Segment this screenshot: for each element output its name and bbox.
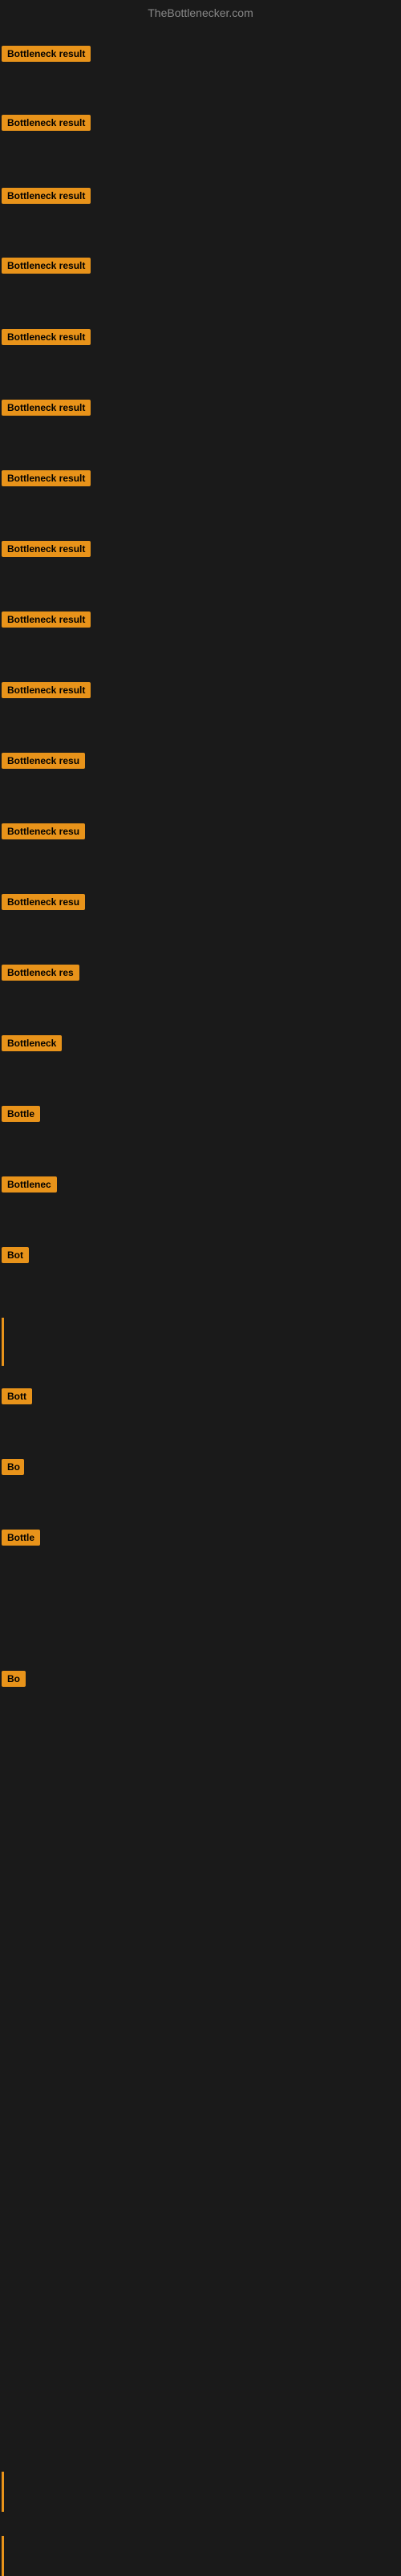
badge-label-21: Bottle — [2, 1530, 40, 1546]
bottleneck-result-badge-18: Bot — [2, 1247, 29, 1267]
badge-label-5: Bottleneck result — [2, 329, 91, 345]
bottleneck-result-badge-10: Bottleneck result — [2, 682, 91, 702]
bottleneck-result-badge-8: Bottleneck result — [2, 541, 91, 561]
bottleneck-result-badge-2: Bottleneck result — [2, 115, 91, 135]
bottleneck-result-badge-9: Bottleneck result — [2, 611, 91, 632]
bottleneck-result-badge-20: Bo — [2, 1459, 24, 1479]
bottleneck-result-badge-3: Bottleneck result — [2, 188, 91, 208]
badge-label-13: Bottleneck resu — [2, 894, 85, 910]
bottleneck-result-badge-16: Bottle — [2, 1106, 40, 1126]
badge-label-10: Bottleneck result — [2, 682, 91, 698]
bottleneck-result-badge-17: Bottlenec — [2, 1176, 57, 1197]
bottleneck-result-badge-22: Bo — [2, 1671, 26, 1691]
badge-label-6: Bottleneck result — [2, 400, 91, 416]
bottleneck-result-badge-15: Bottleneck — [2, 1035, 62, 1055]
bottleneck-result-badge-19: Bott — [2, 1388, 32, 1408]
badge-label-4: Bottleneck result — [2, 258, 91, 274]
badge-label-19: Bott — [2, 1388, 32, 1404]
badge-label-1: Bottleneck result — [2, 46, 91, 62]
badge-label-2: Bottleneck result — [2, 115, 91, 131]
badge-label-17: Bottlenec — [2, 1176, 57, 1193]
badge-label-20: Bo — [2, 1459, 24, 1475]
badge-label-16: Bottle — [2, 1106, 40, 1122]
badge-label-15: Bottleneck — [2, 1035, 62, 1051]
badge-label-9: Bottleneck result — [2, 611, 91, 628]
badge-label-22: Bo — [2, 1671, 26, 1687]
vertical-line-1 — [2, 1318, 4, 1366]
bottleneck-result-badge-21: Bottle — [2, 1530, 40, 1550]
bottleneck-result-badge-12: Bottleneck resu — [2, 823, 85, 843]
vertical-line-2 — [2, 2472, 4, 2512]
vertical-line-3 — [2, 2536, 4, 2576]
badge-label-8: Bottleneck result — [2, 541, 91, 557]
bottleneck-result-badge-1: Bottleneck result — [2, 46, 91, 66]
site-title: TheBottlenecker.com — [0, 0, 401, 22]
bottleneck-result-badge-11: Bottleneck resu — [2, 753, 85, 773]
badge-label-3: Bottleneck result — [2, 188, 91, 204]
bottleneck-result-badge-7: Bottleneck result — [2, 470, 91, 490]
badge-label-14: Bottleneck res — [2, 965, 79, 981]
bottleneck-result-badge-5: Bottleneck result — [2, 329, 91, 349]
bottleneck-result-badge-4: Bottleneck result — [2, 258, 91, 278]
badge-label-7: Bottleneck result — [2, 470, 91, 486]
badge-label-18: Bot — [2, 1247, 29, 1263]
badge-label-11: Bottleneck resu — [2, 753, 85, 769]
bottleneck-result-badge-13: Bottleneck resu — [2, 894, 85, 914]
bottleneck-result-badge-14: Bottleneck res — [2, 965, 79, 985]
bottleneck-result-badge-6: Bottleneck result — [2, 400, 91, 420]
badge-label-12: Bottleneck resu — [2, 823, 85, 839]
